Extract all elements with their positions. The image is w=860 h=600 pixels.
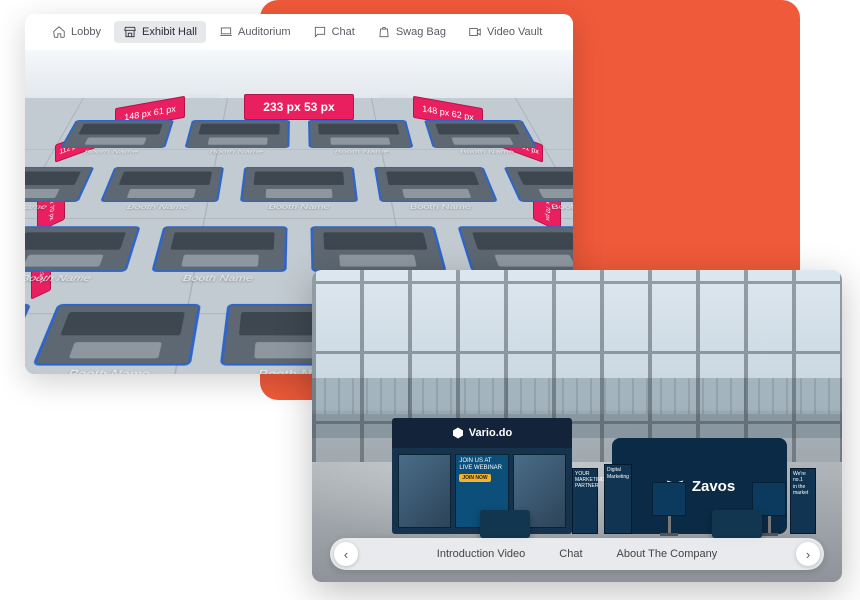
booth[interactable]: Booth Name <box>25 167 94 213</box>
laptop-icon <box>219 25 233 39</box>
nav-lobby[interactable]: Lobby <box>43 21 110 43</box>
nav-label: Exhibit Hall <box>142 26 197 38</box>
booth-label: Booth Name <box>25 203 49 210</box>
nav-chat[interactable]: Chat <box>304 21 364 43</box>
booth[interactable]: Booth Name <box>424 120 543 157</box>
booth-label: Booth Name <box>549 203 573 210</box>
booth-desk <box>712 510 762 538</box>
booth[interactable]: Booth Name <box>182 120 290 157</box>
booth[interactable]: Booth Name <box>25 226 141 286</box>
nav-auditorium[interactable]: Auditorium <box>210 21 300 43</box>
rollup-text: We're no.1 <box>793 471 813 483</box>
nav-video-vault[interactable]: Video Vault <box>459 21 551 43</box>
prev-booth-button[interactable]: ‹ <box>334 542 358 566</box>
booth[interactable]: Booth Name <box>374 167 503 213</box>
rollup-text: in the market <box>793 484 813 496</box>
booth[interactable]: Booth Name <box>147 226 287 286</box>
booth[interactable]: Booth Name <box>25 304 31 374</box>
nav-label: Chat <box>332 26 355 38</box>
booth-brand: Vario.do <box>469 427 512 439</box>
booth-label: Booth Name <box>459 149 515 154</box>
booth-label: Booth Name <box>66 368 152 374</box>
action-about-company[interactable]: About The Company <box>617 548 718 560</box>
chevron-right-icon: › <box>806 547 810 562</box>
nav-label: Swag Bag <box>396 26 446 38</box>
rollup-text: Marketing <box>607 474 629 480</box>
next-booth-button[interactable]: › <box>796 542 820 566</box>
booth-label: Booth Name <box>409 203 472 210</box>
booth-label: Booth Name <box>209 149 264 154</box>
action-chat[interactable]: Chat <box>559 548 582 560</box>
booth[interactable]: Booth Name <box>95 167 224 213</box>
booth[interactable]: Booth Name <box>308 120 416 157</box>
main-navbar: Lobby Exhibit Hall Auditorium Chat Swag … <box>25 14 573 50</box>
bag-icon <box>377 25 391 39</box>
poster-line: JOIN US AT <box>459 458 504 464</box>
booth-label: Booth Name <box>83 149 139 154</box>
booth-label: Booth Name <box>182 274 253 283</box>
booth[interactable]: Booth Name <box>55 120 174 157</box>
rollup-text: YOUR MARKETING PARTNER <box>575 471 595 489</box>
nav-label: Auditorium <box>238 26 291 38</box>
nav-swag-bag[interactable]: Swag Bag <box>368 21 455 43</box>
chat-icon <box>313 25 327 39</box>
booth[interactable]: Booth Name <box>239 167 360 213</box>
chevron-left-icon: ‹ <box>344 547 348 562</box>
booth-brand-header: Vario.do <box>392 418 572 448</box>
video-icon <box>468 25 482 39</box>
booth-action-bar: ‹ Introduction Video Chat About The Comp… <box>330 538 824 570</box>
nav-exhibit-hall[interactable]: Exhibit Hall <box>114 21 206 43</box>
monitor-stand <box>652 482 686 536</box>
nav-label: Video Vault <box>487 26 542 38</box>
rollup-banner-market: We're no.1 in the market <box>790 468 816 534</box>
booth[interactable]: Booth Name <box>25 304 201 374</box>
booth-brand: Zavos <box>692 478 735 495</box>
booth-label: Booth Name <box>126 203 189 210</box>
booth-label: Booth Name <box>334 149 389 154</box>
monitor-screen <box>652 482 686 516</box>
booth-label: Booth Name <box>268 203 329 210</box>
home-icon <box>52 25 66 39</box>
poster-cta[interactable]: JOIN NOW <box>459 474 490 482</box>
rollup-text: Digital <box>607 467 629 473</box>
poster-line: LIVE WEBINAR <box>459 465 504 471</box>
booth-poster-photo <box>398 454 451 528</box>
banner-center[interactable]: 233 px 53 px <box>244 94 354 120</box>
store-icon <box>123 25 137 39</box>
action-intro-video[interactable]: Introduction Video <box>437 548 525 560</box>
nav-label: Lobby <box>71 26 101 38</box>
rollup-banner: YOUR MARKETING PARTNER <box>572 468 598 534</box>
rollup-banner-digital: Digital Marketing <box>604 464 632 534</box>
booth-detail-window: Vario.do JOIN US AT LIVE WEBINAR JOIN NO… <box>312 270 842 582</box>
booth-label: Booth Name <box>25 274 93 283</box>
booth-desk <box>480 510 530 538</box>
booth[interactable]: Booth Name <box>504 167 573 213</box>
